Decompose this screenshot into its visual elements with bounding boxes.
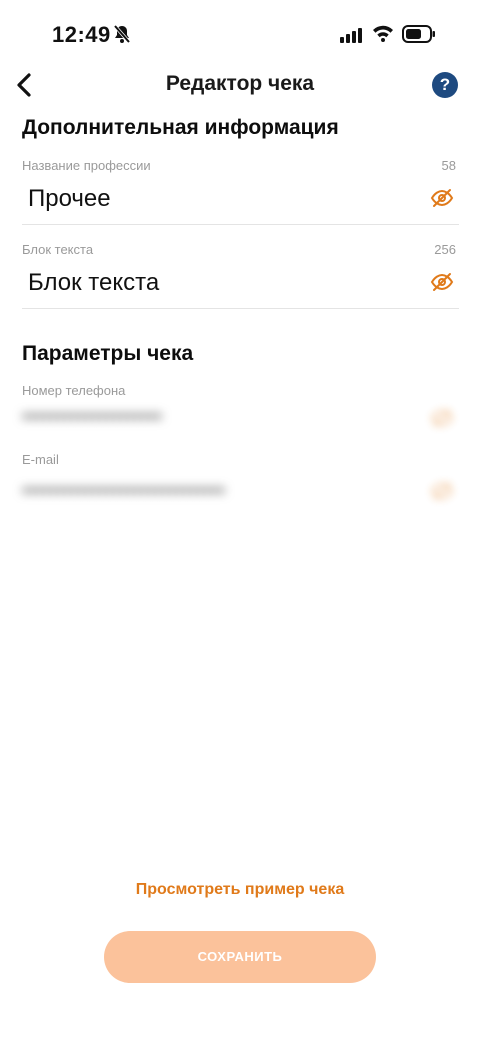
battery-icon bbox=[402, 25, 435, 43]
bell-slash-icon bbox=[113, 24, 131, 44]
eye-off-icon[interactable] bbox=[430, 406, 454, 430]
section-title-receipt-params: Параметры чека bbox=[22, 342, 194, 365]
profession-name-char-count: 58 bbox=[441, 158, 456, 173]
status-time: 12:49 bbox=[52, 22, 111, 47]
email-field[interactable]: ••••••••••••••••••••••••••••• bbox=[22, 480, 402, 503]
text-block-field[interactable]: Блок текста bbox=[28, 269, 408, 297]
text-block-char-count: 256 bbox=[434, 242, 456, 257]
profession-name-field[interactable]: Прочее bbox=[28, 185, 408, 213]
divider bbox=[22, 308, 459, 309]
page-title: Редактор чека bbox=[165, 72, 315, 95]
text-block-label: Блок текста bbox=[22, 242, 94, 257]
eye-off-icon[interactable] bbox=[430, 270, 454, 294]
section-title-additional-info: Дополнительная информация bbox=[22, 116, 339, 139]
signal-icon bbox=[340, 28, 362, 43]
nav-bar: Редактор чека ? bbox=[0, 60, 480, 110]
divider bbox=[22, 224, 459, 225]
preview-receipt-link[interactable]: Просмотреть пример чека bbox=[0, 881, 480, 899]
wifi-icon bbox=[373, 25, 393, 42]
eye-off-icon[interactable] bbox=[430, 479, 454, 503]
save-button[interactable]: СОХРАНИТЬ bbox=[104, 931, 376, 983]
phone-label: Номер телефона bbox=[22, 383, 126, 398]
eye-off-icon[interactable] bbox=[430, 186, 454, 210]
phone-field[interactable]: •••••••••••••••••••• bbox=[22, 406, 402, 429]
profession-name-label: Название профессии bbox=[22, 158, 151, 173]
help-icon[interactable]: ? bbox=[432, 72, 458, 98]
email-label: E-mail bbox=[22, 452, 59, 467]
